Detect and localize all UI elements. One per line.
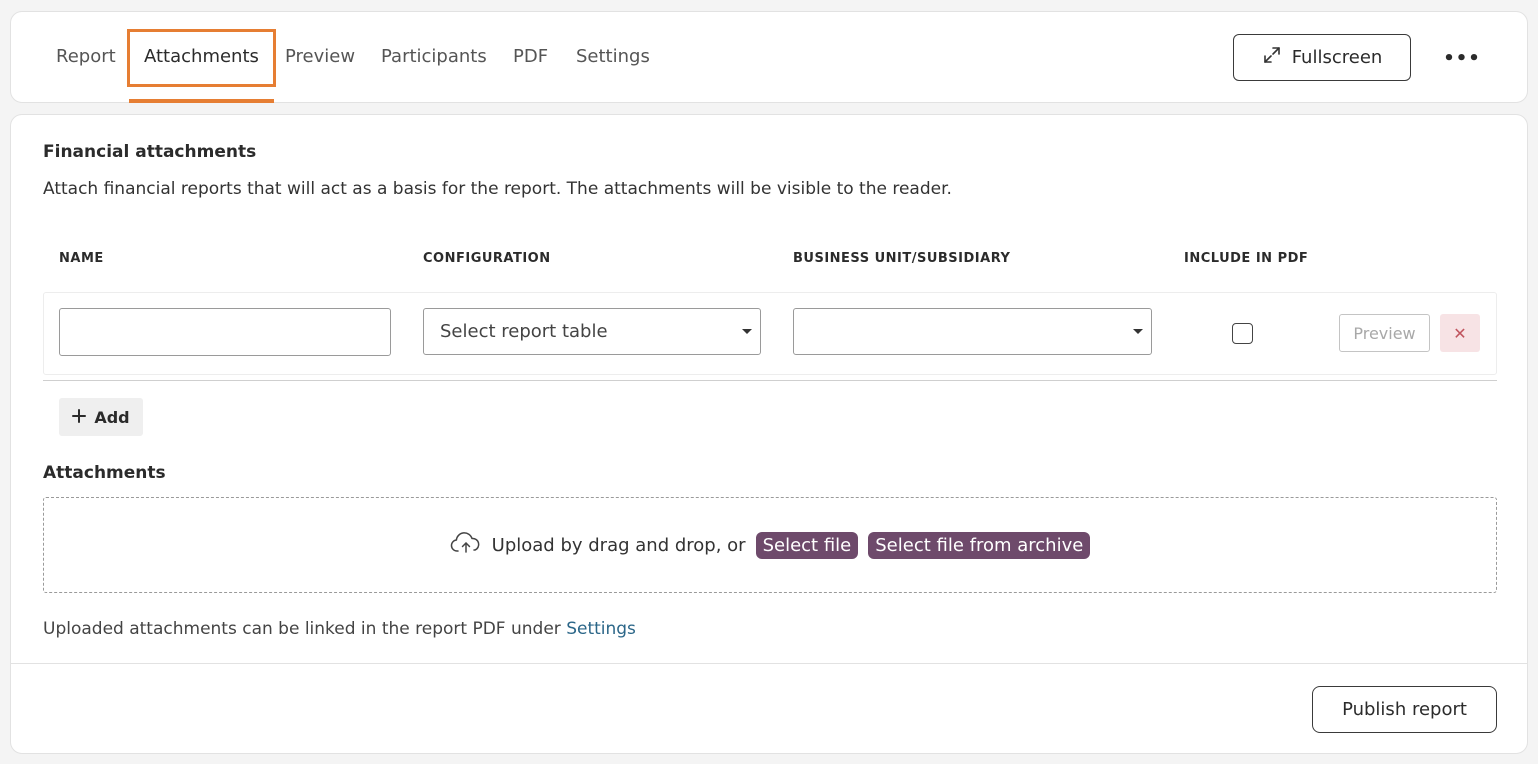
select-file-from-archive-button[interactable]: Select file from archive <box>868 531 1091 559</box>
tab-settings[interactable]: Settings <box>576 46 650 67</box>
publish-report-button[interactable]: Publish report <box>1312 686 1497 733</box>
tab-pdf[interactable]: PDF <box>513 46 548 67</box>
column-header-name: NAME <box>59 251 104 266</box>
cloud-upload-icon <box>450 531 482 559</box>
fullscreen-label: Fullscreen <box>1291 47 1383 68</box>
preview-button[interactable]: Preview <box>1339 314 1430 352</box>
attachments-hint: Uploaded attachments can be linked in th… <box>43 619 636 639</box>
settings-link[interactable]: Settings <box>566 619 636 639</box>
fullscreen-button[interactable]: Fullscreen <box>1233 34 1411 81</box>
tab-participants[interactable]: Participants <box>381 46 487 67</box>
business-unit-select[interactable] <box>793 308 1152 355</box>
footer-divider <box>11 663 1527 664</box>
add-label: Add <box>94 407 130 427</box>
include-in-pdf-checkbox[interactable] <box>1232 323 1253 344</box>
expand-arrows-icon <box>1262 45 1282 70</box>
tab-bar: Report Attachments Preview Participants … <box>10 11 1528 103</box>
attachments-panel: Financial attachments Attach financial r… <box>10 114 1528 754</box>
financial-attachments-description: Attach financial reports that will act a… <box>43 179 952 199</box>
tab-attachments[interactable]: Attachments <box>144 46 259 67</box>
configuration-select-value: Select report table <box>440 321 608 342</box>
plus-icon <box>72 408 87 427</box>
upload-instruction: Upload by drag and drop, or <box>491 534 746 556</box>
more-horizontal-icon: ••• <box>1443 47 1481 69</box>
hint-text: Uploaded attachments can be linked in th… <box>43 619 561 639</box>
financial-attachments-title: Financial attachments <box>43 142 257 162</box>
column-header-configuration: CONFIGURATION <box>423 251 551 266</box>
close-icon: ✕ <box>1453 323 1467 343</box>
column-header-include-pdf: INCLUDE IN PDF <box>1184 251 1309 266</box>
name-input[interactable] <box>59 308 391 356</box>
divider <box>43 380 1497 381</box>
tab-report[interactable]: Report <box>56 46 116 67</box>
upload-dropzone[interactable]: Upload by drag and drop, or Select file … <box>43 497 1497 593</box>
more-options-button[interactable]: ••• <box>1443 46 1480 70</box>
caret-down-icon <box>1133 329 1143 334</box>
remove-row-button[interactable]: ✕ <box>1440 314 1480 352</box>
configuration-select[interactable]: Select report table <box>423 308 761 355</box>
active-tab-underline <box>129 99 274 103</box>
tab-preview[interactable]: Preview <box>285 46 355 67</box>
attachments-title: Attachments <box>43 463 166 483</box>
column-header-business-unit: BUSINESS UNIT/SUBSIDIARY <box>793 251 1011 266</box>
caret-down-icon <box>742 329 752 334</box>
select-file-button[interactable]: Select file <box>755 531 859 559</box>
add-button[interactable]: Add <box>59 398 143 436</box>
